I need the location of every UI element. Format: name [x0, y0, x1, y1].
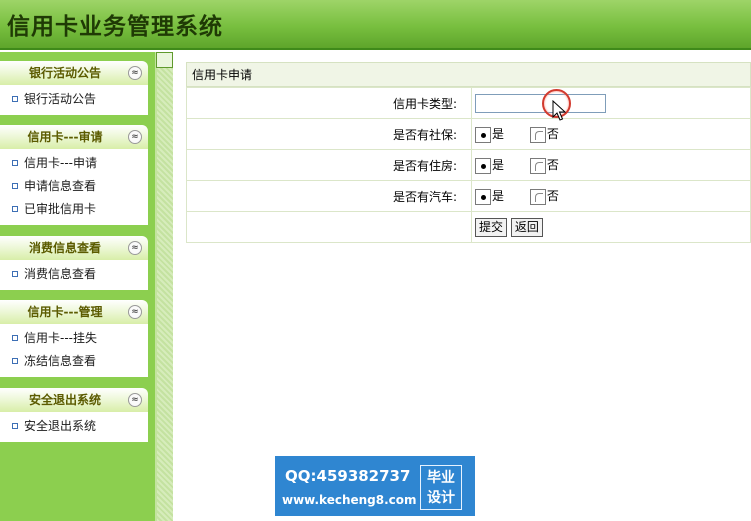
form-row-housing: 是否有住房: 是 否: [186, 149, 751, 181]
watermark-badge: 毕业 设计: [420, 465, 462, 510]
social-label: 是否有社保:: [186, 118, 472, 150]
card-type-label: 信用卡类型:: [186, 87, 472, 119]
bullet-icon: [12, 335, 18, 341]
sidebar-item-consumption-view[interactable]: 消费信息查看: [0, 263, 148, 286]
sidebar-item-report-loss[interactable]: 信用卡---挂失: [0, 327, 148, 350]
sidebar-item-approved-cards[interactable]: 已审批信用卡: [0, 198, 148, 221]
panel-title: 信用卡---管理: [27, 305, 103, 319]
panel-header-consumption[interactable]: 消费信息查看 ≈: [0, 236, 148, 260]
bullet-icon: [12, 423, 18, 429]
collapse-icon[interactable]: ≈: [128, 393, 142, 407]
collapse-icon[interactable]: ≈: [128, 66, 142, 80]
social-no-radio[interactable]: [529, 126, 546, 143]
sidebar-panel-logout: 安全退出系统 ≈ 安全退出系统: [0, 388, 148, 442]
panel-header-announcements[interactable]: 银行活动公告 ≈: [0, 61, 148, 85]
panel-header-manage[interactable]: 信用卡---管理 ≈: [0, 300, 148, 324]
sidebar-panel-manage: 信用卡---管理 ≈ 信用卡---挂失 冻结信息查看: [0, 300, 148, 377]
sidebar-item-bank-announcements[interactable]: 银行活动公告: [0, 88, 148, 111]
panel-title: 信用卡---审请: [27, 130, 103, 144]
splitter-handle[interactable]: [156, 52, 173, 68]
collapse-icon[interactable]: ≈: [128, 241, 142, 255]
panel-body: 银行活动公告: [0, 85, 148, 115]
app-header: 信用卡业务管理系统: [0, 0, 751, 50]
watermark-qq: QQ:459382737: [285, 467, 411, 485]
sidebar-item-frozen-view[interactable]: 冻结信息查看: [0, 350, 148, 373]
sidebar-item-card-apply[interactable]: 信用卡---申请: [0, 152, 148, 175]
panel-title: 安全退出系统: [28, 393, 101, 407]
sidebar-item-logout[interactable]: 安全退出系统: [0, 415, 148, 438]
bullet-icon: [12, 160, 18, 166]
collapse-icon[interactable]: ≈: [128, 305, 142, 319]
panel-body: 消费信息查看: [0, 260, 148, 290]
car-yes-option[interactable]: 是: [475, 187, 504, 205]
watermark-url: www.kecheng8.com: [282, 493, 417, 507]
bullet-icon: [12, 96, 18, 102]
panel-body: 信用卡---申请 申请信息查看 已审批信用卡: [0, 149, 148, 225]
splitter-bar[interactable]: [157, 52, 173, 521]
watermark-banner: QQ:459382737 www.kecheng8.com 毕业 设计: [275, 456, 475, 516]
bullet-icon: [12, 206, 18, 212]
housing-no-option[interactable]: 否: [529, 156, 559, 174]
panel-title: 银行活动公告: [28, 66, 101, 80]
car-label: 是否有汽车:: [186, 180, 472, 212]
bullet-icon: [12, 358, 18, 364]
bullet-icon: [12, 271, 18, 277]
collapse-icon[interactable]: ≈: [128, 130, 142, 144]
application-form: 信用卡类型: 是否有社保: 是 否 是否有住房: 是 否 是否有汽车: 是 否 …: [186, 87, 751, 243]
bullet-icon: [12, 183, 18, 189]
sidebar-panel-announcements: 银行活动公告 ≈ 银行活动公告: [0, 61, 148, 115]
housing-yes-radio[interactable]: [475, 157, 491, 174]
form-row-social: 是否有社保: 是 否: [186, 118, 751, 150]
social-no-option[interactable]: 否: [529, 125, 559, 143]
form-title: 信用卡申请: [186, 62, 751, 87]
car-yes-radio[interactable]: [475, 188, 491, 205]
back-button[interactable]: 返回: [510, 217, 543, 237]
app-title: 信用卡业务管理系统: [7, 14, 223, 40]
sidebar-item-application-view[interactable]: 申请信息查看: [0, 175, 148, 198]
form-row-card-type: 信用卡类型:: [186, 87, 751, 119]
panel-title: 消费信息查看: [28, 241, 101, 255]
submit-button[interactable]: 提交: [475, 217, 508, 237]
housing-label: 是否有住房:: [186, 149, 472, 181]
panel-header-logout[interactable]: 安全退出系统 ≈: [0, 388, 148, 412]
form-row-actions: 提交 返回: [186, 211, 751, 243]
panel-body: 信用卡---挂失 冻结信息查看: [0, 324, 148, 377]
panel-body: 安全退出系统: [0, 412, 148, 442]
main-content: 信用卡申请 信用卡类型: 是否有社保: 是 否 是否有住房: 是 否 是否有汽车…: [186, 62, 751, 243]
car-no-radio[interactable]: [529, 188, 546, 205]
housing-yes-option[interactable]: 是: [475, 156, 504, 174]
car-no-option[interactable]: 否: [529, 187, 559, 205]
mouse-cursor-icon: [552, 100, 566, 121]
social-yes-radio[interactable]: [475, 126, 491, 143]
social-yes-option[interactable]: 是: [475, 125, 504, 143]
form-row-car: 是否有汽车: 是 否: [186, 180, 751, 212]
sidebar-panel-consumption: 消费信息查看 ≈ 消费信息查看: [0, 236, 148, 290]
sidebar-panel-apply: 信用卡---审请 ≈ 信用卡---申请 申请信息查看 已审批信用卡: [0, 125, 148, 225]
housing-no-radio[interactable]: [529, 157, 546, 174]
card-type-input[interactable]: [475, 93, 606, 113]
sidebar: 银行活动公告 ≈ 银行活动公告 信用卡---审请 ≈ 信用卡---申请 申请信息…: [0, 52, 156, 521]
panel-header-apply[interactable]: 信用卡---审请 ≈: [0, 125, 148, 149]
